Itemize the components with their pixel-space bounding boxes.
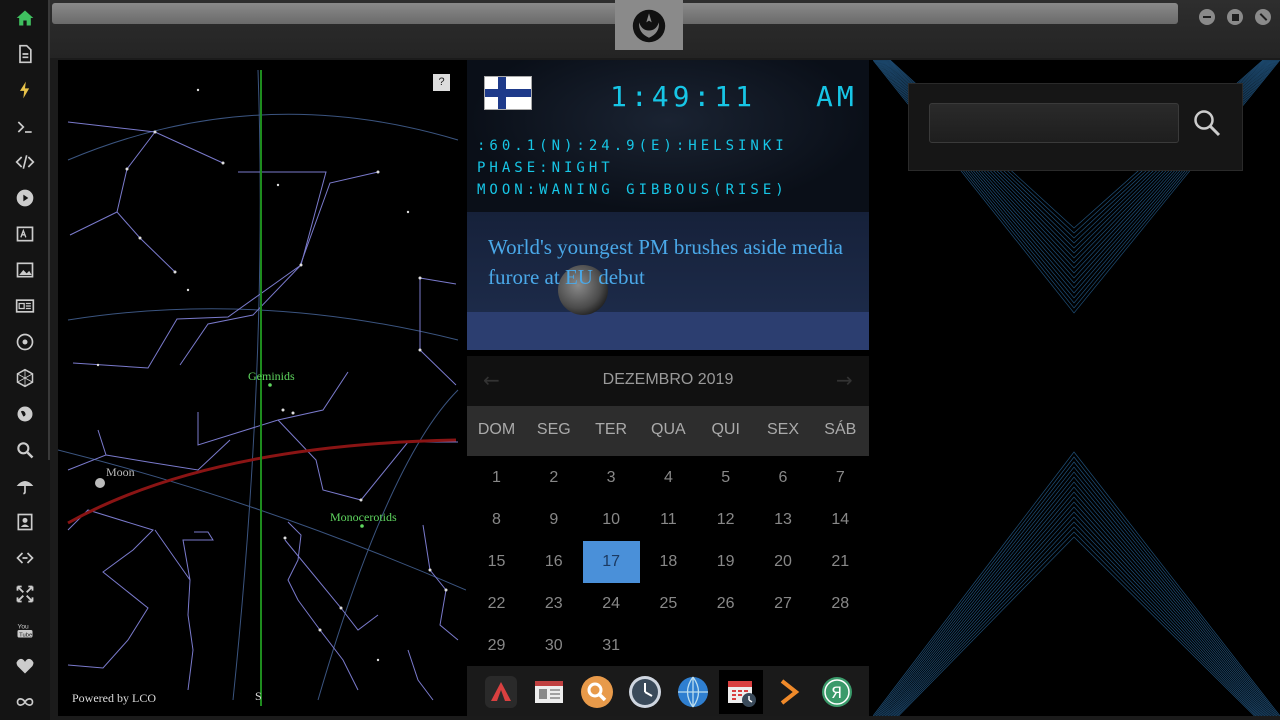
calendar-day[interactable]: 18 <box>640 541 697 583</box>
infinity-icon[interactable] <box>10 687 40 717</box>
calendar-day[interactable]: 10 <box>583 499 640 541</box>
calendar-day[interactable]: 13 <box>755 499 812 541</box>
calendar-day[interactable]: 8 <box>468 499 525 541</box>
calendar-day[interactable]: 27 <box>755 583 812 625</box>
clock-location: :60.1(N):24.9(E):HELSINKI <box>477 138 788 154</box>
calendar-day[interactable]: 3 <box>583 457 640 499</box>
play-icon[interactable] <box>10 183 40 213</box>
calendar-day[interactable]: 29 <box>468 625 525 667</box>
finland-flag-icon <box>484 76 532 110</box>
search-app-icon[interactable] <box>575 670 619 714</box>
calendar-day[interactable]: 22 <box>468 583 525 625</box>
calendar-day[interactable]: 9 <box>525 499 582 541</box>
clock-ampm: AM <box>816 80 858 113</box>
calendar-day[interactable]: 25 <box>640 583 697 625</box>
calendar-day[interactable]: 31 <box>583 625 640 667</box>
translate-icon[interactable] <box>10 219 40 249</box>
calendar-day[interactable]: 28 <box>812 583 869 625</box>
calendar-day[interactable]: 26 <box>697 583 754 625</box>
calendar-month-title: DEZEMBRO 2019 <box>602 371 734 388</box>
calendar-day[interactable]: 19 <box>697 541 754 583</box>
home-icon[interactable] <box>10 3 40 33</box>
calendar-day[interactable]: 2 <box>525 457 582 499</box>
calendar-day-selected[interactable]: 17 <box>582 541 640 583</box>
contact-card-icon[interactable] <box>10 507 40 537</box>
rebel-alliance-icon[interactable] <box>10 327 40 357</box>
app-sidebar: You Tube <box>0 0 50 720</box>
sidebar-scrollbar[interactable] <box>48 0 50 460</box>
calendar-day[interactable]: 14 <box>812 499 869 541</box>
minimize-button[interactable] <box>1199 9 1215 25</box>
weekday-header: SEX <box>766 421 799 438</box>
weekday-header: SÁB <box>824 421 857 438</box>
calendar-day[interactable]: 24 <box>583 583 640 625</box>
svg-text:Я: Я <box>831 683 842 702</box>
south-direction-label: S <box>255 689 262 703</box>
lightning-icon[interactable] <box>10 75 40 105</box>
moon-marker[interactable] <box>95 478 105 488</box>
close-button[interactable] <box>1255 9 1271 25</box>
rebel-alliance-logo-icon <box>632 9 666 43</box>
geminids-label: Geminids <box>248 369 295 383</box>
sky-map[interactable]: Geminids Moon Monocerotids S <box>58 60 466 716</box>
terminal-icon[interactable] <box>10 112 40 142</box>
calendar-day[interactable]: 15 <box>468 541 525 583</box>
weekday-header: QUA <box>651 421 686 438</box>
svg-text:Tube: Tube <box>19 632 32 638</box>
calendar-next-button[interactable]: → <box>836 368 853 392</box>
monocerotids-label: Monocerotids <box>330 510 397 524</box>
svg-text:You: You <box>18 623 30 630</box>
sky-map-canvas: Geminids Moon Monocerotids S <box>58 69 466 706</box>
search-icon[interactable] <box>10 435 40 465</box>
link-icon[interactable] <box>10 543 40 573</box>
calendar-day[interactable]: 21 <box>812 541 869 583</box>
weekday-header: QUI <box>711 421 740 438</box>
news-headline[interactable]: World's youngest PM brushes aside media … <box>488 232 848 292</box>
clock-app-icon[interactable] <box>623 670 667 714</box>
calendar-day[interactable]: 5 <box>697 457 754 499</box>
calendar-day[interactable]: 4 <box>640 457 697 499</box>
sky-help-button[interactable]: ? <box>433 74 450 91</box>
weekday-header: TER <box>595 421 628 438</box>
calendar-day[interactable]: 20 <box>755 541 812 583</box>
calendar-day[interactable]: 30 <box>525 625 582 667</box>
document-icon[interactable] <box>10 39 40 69</box>
calendar-day[interactable]: 6 <box>755 457 812 499</box>
calendar-day[interactable]: 16 <box>525 541 582 583</box>
calendar-day[interactable]: 23 <box>525 583 582 625</box>
rebel-alliance-logo-tab[interactable] <box>615 0 683 50</box>
magnifier-icon <box>1194 110 1221 137</box>
calendar-day[interactable]: 11 <box>640 499 697 541</box>
powered-by-label: Powered by LCO <box>72 691 156 705</box>
newspaper-icon[interactable] <box>10 291 40 321</box>
weekday-header: DOM <box>477 421 516 438</box>
yandex-icon[interactable]: Я <box>815 670 859 714</box>
youtube-icon[interactable]: You Tube <box>10 615 40 645</box>
clock-time: 1:49:11 <box>610 80 757 113</box>
calendar-day[interactable]: 1 <box>468 457 525 499</box>
app-launcher-icon[interactable] <box>479 670 523 714</box>
maximize-button[interactable] <box>1227 9 1243 25</box>
code-icon[interactable] <box>10 147 40 177</box>
expand-icon[interactable] <box>10 579 40 609</box>
umbrella-icon[interactable] <box>10 471 40 501</box>
moon-label: Moon <box>106 465 135 479</box>
heart-icon[interactable] <box>10 651 40 681</box>
search-button[interactable] <box>1188 103 1226 143</box>
search-input[interactable] <box>929 103 1179 143</box>
news-reader-icon[interactable] <box>527 670 571 714</box>
weekday-header: SEG <box>536 421 571 438</box>
calendar-app-icon[interactable] <box>719 670 763 714</box>
globe-icon[interactable] <box>10 399 40 429</box>
calendar-day[interactable]: 7 <box>812 457 869 499</box>
hexagon-icon[interactable] <box>10 363 40 393</box>
clock-moon: MOON:WANING GIBBOUS(RISE) <box>477 182 788 198</box>
browser-globe-icon[interactable] <box>671 670 715 714</box>
clock-phase: PHASE:NIGHT <box>477 160 614 176</box>
calendar-day[interactable]: 12 <box>697 499 754 541</box>
terminal-app-icon[interactable] <box>767 670 811 714</box>
news-footer-strip <box>467 312 869 350</box>
image-icon[interactable] <box>10 255 40 285</box>
